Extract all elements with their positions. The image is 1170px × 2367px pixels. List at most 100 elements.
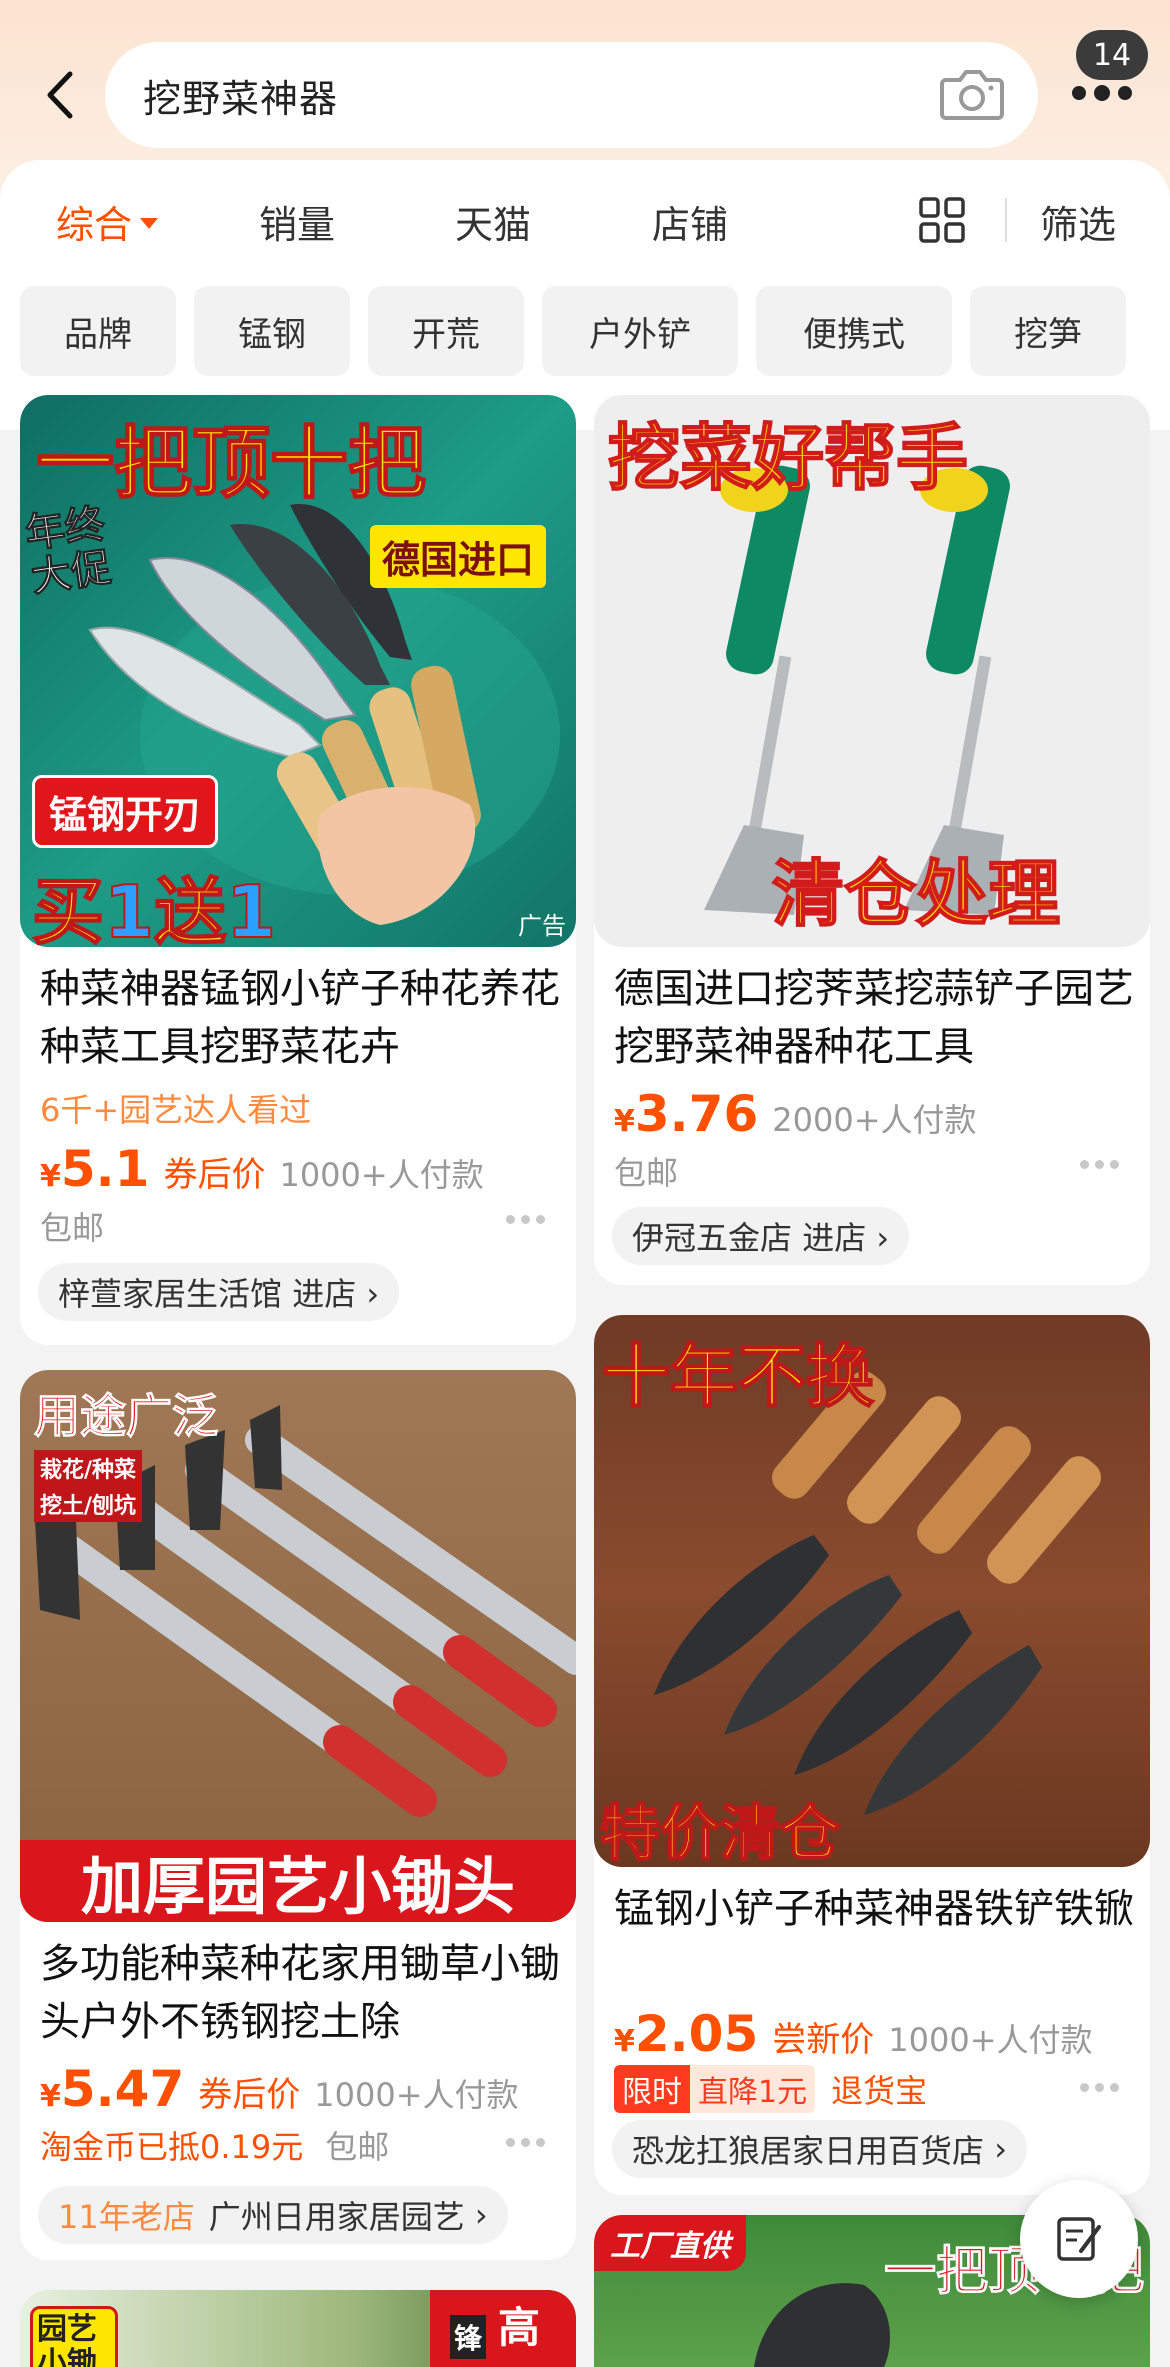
price-drop-badge: 直降1元 bbox=[690, 2065, 816, 2113]
image-headline: 挖菜好帮手 bbox=[607, 415, 969, 501]
sales-count: 2000+人付款 bbox=[772, 1101, 977, 1139]
chip-manganese-steel[interactable]: 锰钢 bbox=[194, 286, 350, 376]
more-dots-icon bbox=[1072, 85, 1132, 101]
product-title[interactable]: 德国进口挖荠菜挖蒜铲子园艺挖野菜神器种花工具 bbox=[614, 960, 1136, 1076]
currency-symbol: ¥ bbox=[40, 1159, 61, 1194]
price-row: ¥ 3.76 2000+人付款 bbox=[614, 1085, 977, 1143]
chip-brand[interactable]: 品牌 bbox=[20, 286, 176, 376]
currency-symbol: ¥ bbox=[614, 1104, 635, 1139]
chevron-right-icon: › bbox=[474, 2196, 488, 2234]
filter-button[interactable]: 筛选 bbox=[1040, 194, 1116, 249]
image-footer: 清仓处理 bbox=[771, 851, 1061, 937]
chip-bamboo-shoot[interactable]: 挖笋 bbox=[970, 286, 1126, 376]
product-title[interactable]: 多功能种菜种花家用锄草小锄头户外不锈钢挖土除 bbox=[40, 1935, 562, 2051]
chip-reclaim[interactable]: 开荒 bbox=[368, 286, 524, 376]
shipping-label: 包邮 bbox=[40, 1209, 105, 1247]
price-row: ¥ 2.05 尝新价 1000+人付款 bbox=[614, 2005, 1093, 2063]
product-card[interactable]: 一把顶十把 年终大促 德国进口 锰钢开刃 买1送1 广告 种菜神器锰钢小铲子种花… bbox=[20, 395, 576, 1345]
chip-portable[interactable]: 便携式 bbox=[756, 286, 952, 376]
image-tag: 栽花/种菜 bbox=[34, 1450, 143, 1486]
store-name: 广州日用家居园艺 bbox=[208, 2198, 465, 2236]
store-link[interactable]: 梓萱家居生活馆 进店 › bbox=[38, 1263, 400, 1321]
price-row: ¥ 5.47 券后价 1000+人付款 bbox=[40, 2060, 519, 2118]
product-image: 一把顶十把 年终大促 德国进口 锰钢开刃 买1送1 广告 bbox=[20, 395, 576, 947]
image-origin-label: 德国进口 bbox=[370, 525, 547, 588]
tab-comprehensive[interactable]: 综合 bbox=[56, 194, 159, 249]
product-title[interactable]: 种菜神器锰钢小铲子种花养花种菜工具挖野菜花卉 bbox=[40, 960, 562, 1076]
store-name: 伊冠五金店 bbox=[632, 1219, 793, 1257]
discount-row: 淘金币已抵0.19元 包邮 bbox=[40, 2122, 389, 2168]
image-tag: 工厂直供 bbox=[594, 2215, 746, 2271]
coin-discount: 淘金币已抵0.19元 bbox=[40, 2128, 304, 2166]
offer-num: 1 bbox=[103, 869, 155, 947]
search-query: 挖野菜神器 bbox=[143, 76, 339, 121]
price-value: 3.76 bbox=[634, 1085, 759, 1143]
product-card[interactable]: 挖菜好帮手 清仓处理 德国进口挖荠菜挖蒜铲子园艺挖野菜神器种花工具 ¥ 3.76… bbox=[594, 395, 1150, 1285]
camera-search-button[interactable] bbox=[940, 64, 1004, 124]
chevron-right-icon: › bbox=[994, 2130, 1007, 2168]
product-title[interactable]: 锰钢小铲子种菜神器铁铲铁锨 bbox=[614, 1880, 1136, 1938]
sales-count: 1000+人付款 bbox=[279, 1156, 484, 1194]
image-footer: 加厚园艺小锄头 bbox=[20, 1840, 576, 1922]
price-value: 5.1 bbox=[60, 1140, 150, 1198]
enter-store-label: 进店 › bbox=[292, 1275, 380, 1313]
tab-tmall[interactable]: 天猫 bbox=[455, 194, 531, 249]
shipping-label: 包邮 bbox=[325, 2128, 390, 2166]
store-age-badge: 11年老店 bbox=[58, 2198, 195, 2236]
image-label: 锋 bbox=[450, 2315, 487, 2359]
limited-time-badge: 限时 bbox=[614, 2065, 690, 2113]
more-options-icon[interactable] bbox=[1080, 2083, 1119, 2092]
camera-icon bbox=[940, 70, 1004, 120]
sales-count: 1000+人付款 bbox=[888, 2021, 1093, 2059]
sales-count: 1000+人付款 bbox=[314, 2076, 519, 2114]
chip-outdoor-shovel[interactable]: 户外铲 bbox=[542, 286, 738, 376]
more-options-icon[interactable] bbox=[506, 1215, 545, 1224]
price-tag: 券后价 bbox=[198, 2075, 301, 2115]
price-tag: 券后价 bbox=[163, 1155, 266, 1195]
price-tag: 尝新价 bbox=[772, 2020, 875, 2060]
tab-label: 综合 bbox=[56, 203, 133, 247]
product-image: 用途广泛 栽花/种菜 挖土/刨坑 加厚园艺小锄头 bbox=[20, 1370, 576, 1922]
views-count: 6千+园艺达人看过 bbox=[40, 1091, 312, 1129]
back-button[interactable] bbox=[34, 60, 84, 130]
image-tag: 挖土/刨坑 bbox=[34, 1486, 143, 1522]
product-image: 十年不换 特价清仓 bbox=[594, 1315, 1150, 1867]
product-card[interactable]: 园艺小锄 锋 高 bbox=[20, 2290, 576, 2367]
promo-row: 限时 直降1元 退货宝 bbox=[614, 2065, 927, 2113]
quick-filter-chips: 品牌 锰钢 开荒 户外铲 便携式 挖笋 bbox=[20, 286, 1126, 376]
image-promo-text: 年终大促 bbox=[22, 500, 115, 602]
store-name: 恐龙扛狼居家日用百货店 bbox=[632, 2132, 985, 2170]
offer-text: 买 bbox=[31, 869, 105, 947]
more-options-icon[interactable] bbox=[1080, 1160, 1119, 1169]
price-row: ¥ 5.1 券后价 1000+人付款 bbox=[40, 1140, 484, 1198]
product-card[interactable]: 十年不换 特价清仓 锰钢小铲子种菜神器铁铲铁锨 ¥ 2.05 尝新价 1000+… bbox=[594, 1315, 1150, 2195]
ad-label: 广告 bbox=[518, 912, 566, 940]
store-link[interactable]: 伊冠五金店 进店 › bbox=[612, 1207, 910, 1265]
chevron-left-icon bbox=[47, 71, 73, 119]
image-headline: 一把顶十把 bbox=[35, 418, 427, 510]
product-image: 园艺小锄 锋 高 bbox=[20, 2290, 576, 2367]
message-count-badge: 14 bbox=[1076, 30, 1148, 80]
store-link[interactable]: 11年老店 广州日用家居园艺 › bbox=[38, 2186, 508, 2244]
price-value: 2.05 bbox=[634, 2005, 759, 2063]
grid-view-icon[interactable] bbox=[918, 196, 966, 244]
search-input[interactable]: 挖野菜神器 bbox=[105, 42, 1038, 148]
product-card[interactable]: 用途广泛 栽花/种菜 挖土/刨坑 加厚园艺小锄头 多功能种菜种花家用锄草小锄头户… bbox=[20, 1370, 576, 2260]
image-headline: 用途广泛 bbox=[34, 1389, 219, 1444]
return-insurance-label: 退货宝 bbox=[831, 2072, 928, 2110]
offer-num: 1 bbox=[225, 869, 277, 947]
enter-store-label: 进店 › bbox=[802, 1219, 890, 1257]
tab-stores[interactable]: 店铺 bbox=[652, 194, 728, 249]
sort-filter-bar: 综合 销量 天猫 店铺 筛选 品牌 锰钢 开荒 户外铲 便携式 挖笋 bbox=[0, 160, 1170, 430]
image-footer: 特价清仓 bbox=[599, 1798, 841, 1867]
offer-text: 送 bbox=[153, 869, 227, 947]
image-label: 园艺小锄 bbox=[30, 2306, 118, 2367]
currency-symbol: ¥ bbox=[614, 2024, 635, 2059]
tab-sales[interactable]: 销量 bbox=[259, 194, 335, 249]
more-options-icon[interactable] bbox=[506, 2138, 545, 2147]
caret-down-icon bbox=[140, 218, 159, 229]
product-image: 挖菜好帮手 清仓处理 bbox=[594, 395, 1150, 947]
feedback-button[interactable] bbox=[1020, 2180, 1138, 2298]
image-label: 高 bbox=[498, 2303, 541, 2352]
store-link[interactable]: 恐龙扛狼居家日用百货店 › bbox=[612, 2120, 1027, 2178]
